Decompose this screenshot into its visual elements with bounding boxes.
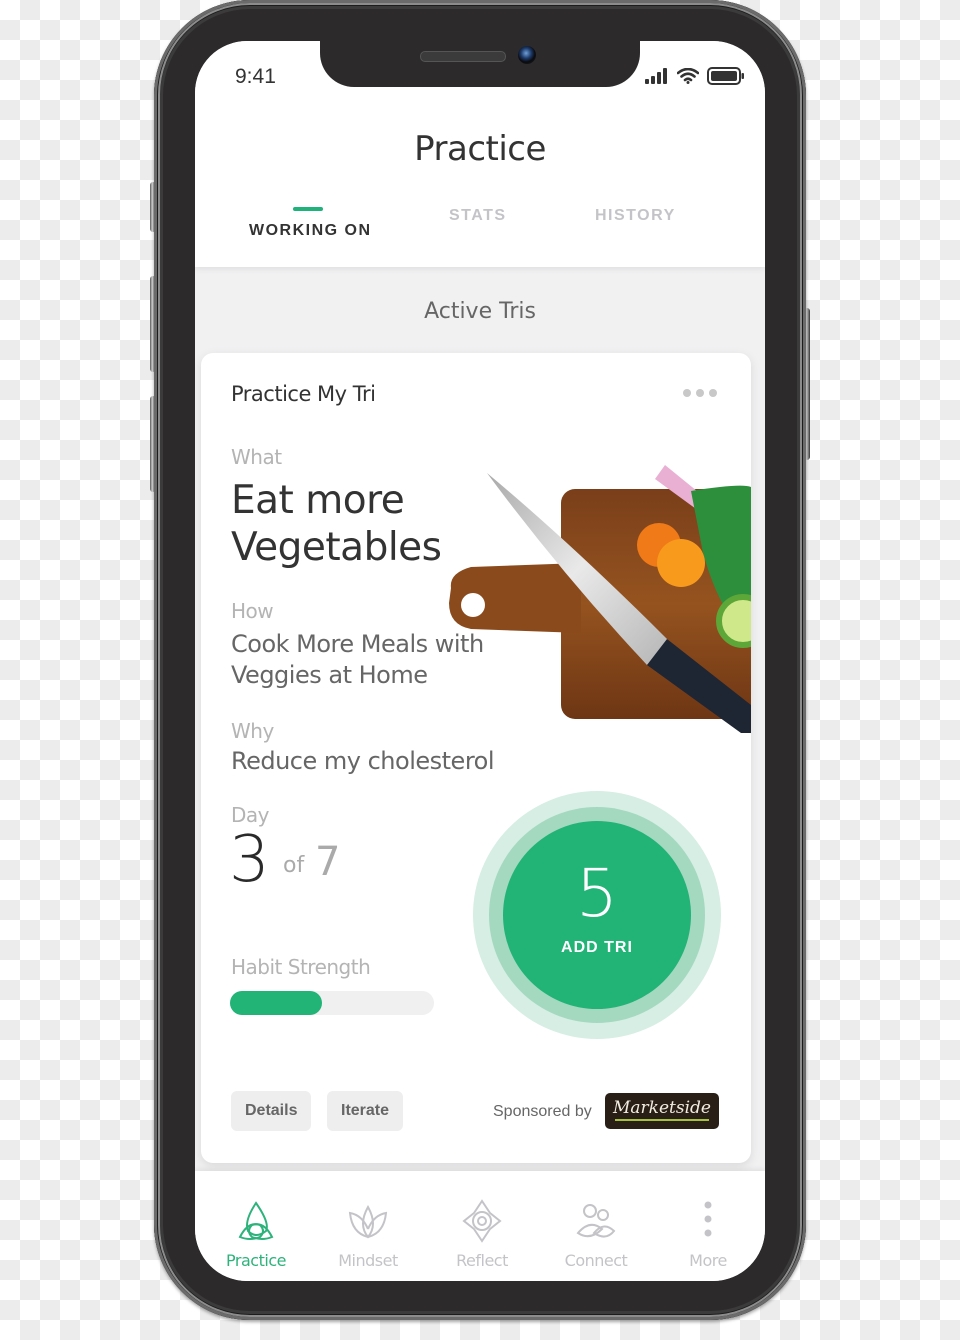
people-icon (576, 1204, 616, 1238)
bottom-tab-bar: Practice Mindset Reflect Connect More (195, 1171, 765, 1281)
sponsor-name: Marketside (613, 1098, 711, 1118)
tab-history[interactable]: HISTORY (595, 207, 676, 225)
cucumber-slice (716, 594, 751, 648)
day-total: 7 (315, 839, 341, 885)
compass-eye-icon (462, 1199, 502, 1243)
speaker-grille (420, 51, 506, 62)
card-title: Practice My Tri (231, 382, 376, 406)
sponsor-logo[interactable]: Marketside (605, 1093, 719, 1129)
how-label: How (231, 599, 274, 623)
page-title: Practice (414, 129, 546, 169)
more-options-icon[interactable] (683, 389, 717, 397)
triquetra-icon (238, 1201, 274, 1240)
tri-card: Practice My Tri What Eat more Vegetables… (201, 353, 751, 1163)
section-title: Active Tris (424, 299, 536, 324)
battery-icon (707, 67, 744, 85)
tab-working-on[interactable]: WORKING ON (249, 222, 372, 240)
active-tab-indicator (293, 207, 323, 211)
tabbar-label: Connect (564, 1251, 628, 1270)
status-time: 9:41 (235, 65, 276, 88)
wifi-icon (677, 68, 699, 84)
notch (320, 41, 640, 87)
lotus-icon (348, 1204, 388, 1239)
tab-stats[interactable]: STATS (449, 207, 507, 225)
tabbar-label: More (689, 1251, 727, 1270)
tabbar-label: Reflect (456, 1251, 508, 1270)
why-value: Reduce my cholesterol (231, 747, 495, 775)
why-label: Why (231, 719, 274, 743)
app-screen: 9:41 Practice WORKING ON STATS HISTORY A… (195, 41, 765, 1281)
what-label: What (231, 445, 282, 469)
sponsor-logo-underline (615, 1119, 709, 1121)
tabbar-item-mindset[interactable]: Mindset (311, 1171, 425, 1281)
tabbar-item-more[interactable]: More (651, 1171, 765, 1281)
add-tri-ring-inner: 5 ADD TRI (489, 807, 705, 1023)
day-of-text: of (283, 853, 305, 878)
more-vertical-icon (704, 1201, 712, 1237)
iterate-button[interactable]: Iterate (327, 1091, 404, 1131)
details-button[interactable]: Details (231, 1091, 312, 1131)
signal-icon (645, 68, 667, 84)
board-hole (461, 593, 485, 617)
carrot-slice-2 (657, 539, 705, 587)
what-value: Eat more Vegetables (231, 478, 442, 570)
tabbar-item-practice[interactable]: Practice (199, 1171, 313, 1281)
tabbar-item-reflect[interactable]: Reflect (425, 1171, 539, 1281)
habit-strength-label: Habit Strength (231, 955, 371, 979)
habit-strength-fill (230, 991, 322, 1015)
how-value: Cook More Meals with Veggies at Home (231, 630, 484, 689)
tabbar-item-connect[interactable]: Connect (539, 1171, 653, 1281)
add-tri-button[interactable]: 5 ADD TRI (503, 821, 691, 1009)
front-camera (518, 46, 536, 64)
sponsored-by-label: Sponsored by (493, 1103, 592, 1120)
add-tri-label: ADD TRI (561, 939, 633, 956)
day-current: 3 (229, 823, 270, 897)
tabbar-label: Practice (226, 1251, 286, 1270)
habit-strength-bar (230, 991, 434, 1015)
add-tri-ring-outer: 5 ADD TRI (473, 791, 721, 1039)
status-icons (645, 67, 745, 85)
tabbar-label: Mindset (338, 1251, 398, 1270)
tri-count: 5 (576, 855, 618, 932)
